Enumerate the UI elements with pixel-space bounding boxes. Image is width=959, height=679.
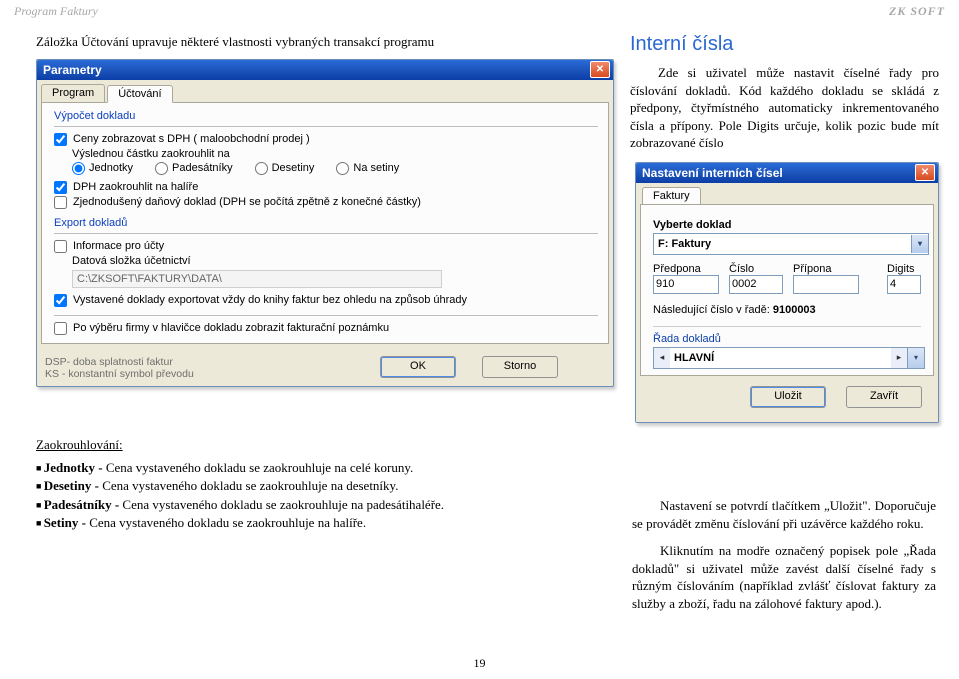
interni-cisla-heading: Interní čísla (630, 33, 939, 56)
chk-fakt-poznamka-label: Po výběru firmy v hlavičce dokladu zobra… (73, 322, 389, 334)
rada-dokladu-label[interactable]: Řada dokladů (653, 333, 921, 345)
data-folder-path[interactable]: C:\ZKSOFT\FAKTURY\DATA\ (72, 270, 442, 288)
chk-zjednoduseny[interactable] (54, 196, 67, 209)
predpona-input[interactable] (653, 275, 719, 294)
titlebar-title: Parametry (43, 63, 102, 77)
chk-export-vzdy-label: Vystavené doklady exportovat vždy do kni… (73, 294, 467, 306)
interni-cisla-para: Zde si uživatel může nastavit číselné řa… (630, 64, 939, 152)
header-brand: ZK SOFT (889, 4, 945, 19)
nastaveni-internich-cisel-window: Nastavení interních čísel ✕ Faktury Vybe… (635, 162, 939, 423)
next-number-label: Následující číslo v řadě: (653, 304, 770, 316)
data-folder-label: Datová složka účetnictví (72, 255, 598, 267)
chevron-right-icon[interactable]: ▸ (891, 348, 907, 368)
chk-dph-halire[interactable] (54, 181, 67, 194)
ulozit-button[interactable]: Uložit (750, 386, 826, 408)
intro-text: Záložka Účtování upravuje některé vlastn… (36, 33, 612, 51)
page-header: Program Faktury ZK SOFT (0, 0, 959, 19)
parametry-window: Parametry ✕ Program Účtování Výpočet dok… (36, 59, 614, 387)
zaokrouhlovani-list: Jednotky - Cena vystaveného dokladu se z… (36, 459, 606, 532)
zavrit-button[interactable]: Zavřít (846, 386, 922, 408)
tab-program[interactable]: Program (41, 84, 105, 102)
rada-dokladu-value: HLAVNÍ (670, 352, 891, 364)
chk-info-ucty-label: Informace pro účty (73, 240, 164, 252)
chk-dph-halire-label: DPH zaokrouhlit na halíře (73, 181, 198, 193)
radio-setiny[interactable] (336, 162, 349, 175)
titlebar-ic-title: Nastavení interních čísel (642, 166, 783, 180)
next-number-value: 9100003 (773, 304, 816, 316)
chk-zjednoduseny-label: Zjednodušený daňový doklad (DPH se počít… (73, 196, 421, 208)
close-icon[interactable]: ✕ (915, 164, 935, 181)
list-item: Jednotky - Cena vystaveného dokladu se z… (36, 459, 606, 477)
titlebar-interni-cisla[interactable]: Nastavení interních čísel ✕ (636, 163, 938, 183)
rada-dokladu-picker[interactable]: ◂ HLAVNÍ ▸ ▾ (653, 347, 925, 369)
chk-fakt-poznamka[interactable] (54, 322, 67, 335)
chevron-left-icon[interactable]: ◂ (654, 348, 670, 368)
chevron-down-icon[interactable]: ▾ (911, 235, 928, 253)
chk-ceny-s-dph[interactable] (54, 133, 67, 146)
list-item: Padesátníky - Cena vystaveného dokladu s… (36, 496, 606, 514)
ok-button[interactable]: OK (380, 356, 456, 378)
radio-jednotky[interactable] (72, 162, 85, 175)
chk-ceny-s-dph-label: Ceny zobrazovat s DPH ( maloobchodní pro… (73, 133, 310, 145)
page-number: 19 (0, 656, 959, 671)
zaokrouhlovani-heading: Zaokrouhlování: (36, 437, 606, 453)
cislo-label: Číslo (729, 263, 783, 275)
note-rada-dokladu: Kliknutím na modře označený popisek pole… (632, 542, 936, 612)
section-export: Export dokladů (54, 217, 598, 229)
pripona-input[interactable] (793, 275, 859, 294)
chk-info-ucty[interactable] (54, 240, 67, 253)
chevron-down-icon[interactable]: ▾ (907, 348, 924, 368)
radio-desetiny[interactable] (255, 162, 268, 175)
storno-button[interactable]: Storno (482, 356, 558, 378)
close-icon[interactable]: ✕ (590, 61, 610, 78)
tab-faktury[interactable]: Faktury (642, 187, 701, 205)
doklad-select-value: F: Faktury (658, 238, 711, 250)
chk-export-vzdy[interactable] (54, 294, 67, 307)
section-vypocet: Výpočet dokladu (54, 110, 598, 122)
pripona-label: Přípona (793, 263, 859, 275)
vyberte-doklad-label: Vyberte doklad (653, 219, 921, 231)
doklad-select[interactable]: F: Faktury ▾ (653, 233, 929, 255)
digits-label: Digits (887, 263, 921, 275)
list-item: Desetiny - Cena vystaveného dokladu se z… (36, 477, 606, 495)
round-label: Výslednou částku zaokrouhlit na (72, 148, 598, 160)
tab-uctovani[interactable]: Účtování (107, 85, 172, 103)
predpona-label: Předpona (653, 263, 719, 275)
cislo-input[interactable] (729, 275, 783, 294)
rounding-radios: Jednotky Padesátníky Desetiny Na setiny (72, 162, 598, 175)
titlebar-parametry[interactable]: Parametry ✕ (37, 60, 613, 80)
list-item: Setiny - Cena vystaveného dokladu se zao… (36, 514, 606, 532)
note-ulozit: Nastavení se potvrdí tlačítkem „Uložit".… (632, 497, 936, 532)
tab-panel-uctovani: Výpočet dokladu Ceny zobrazovat s DPH ( … (41, 102, 609, 344)
digits-input[interactable] (887, 275, 921, 294)
radio-padesatniky[interactable] (155, 162, 168, 175)
header-left: Program Faktury (14, 4, 98, 19)
footer-ks: KS - konstantní symbol převodu (45, 368, 325, 381)
